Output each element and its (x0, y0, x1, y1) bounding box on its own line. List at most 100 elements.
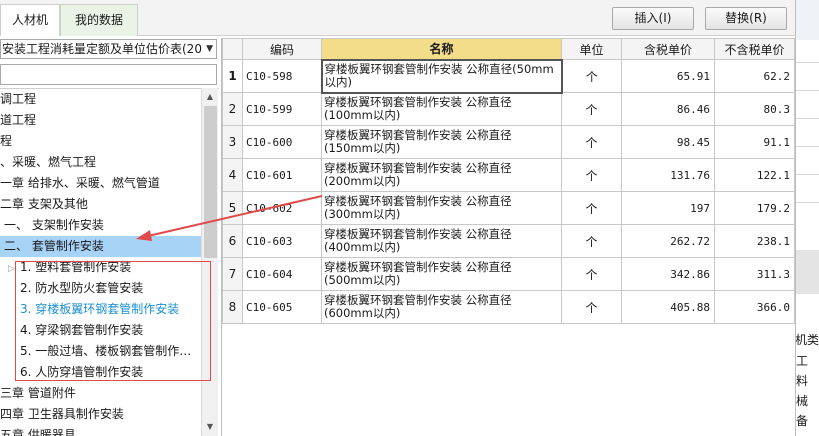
cell-name[interactable]: 穿楼板翼环钢套管制作安装 公称直径(100mm以内) (321, 92, 562, 126)
cell-notax-price[interactable]: 91.1 (714, 125, 795, 159)
cell-unit[interactable]: 个 (561, 59, 622, 93)
row-number: 1 (222, 59, 243, 93)
cell-code[interactable]: C10-598 (242, 59, 322, 93)
quota-library-select[interactable]: 安装工程消耗量定额及单位估价表(20 ▼ (0, 39, 217, 59)
cell-name-active[interactable]: 穿楼板翼环钢套管制作安装 公称直径(50mm以内) (320, 58, 563, 94)
cell-tax-price[interactable]: 65.91 (621, 59, 715, 93)
tree-node[interactable]: 2. 防水型防火套管安装 (0, 278, 143, 299)
table-row[interactable]: 1 C10-598 穿楼板翼环钢套管制作安装 公称直径(50mm以内) 个 65… (222, 58, 795, 94)
column-header-code[interactable]: 编码 (242, 38, 322, 60)
scroll-up-icon[interactable]: ▲ (204, 90, 216, 104)
divider (796, 202, 819, 203)
category-item[interactable]: 备 (796, 412, 808, 429)
cell-unit[interactable]: 个 (561, 92, 622, 126)
tree-node-selected[interactable]: 二、 套管制作安装 (0, 236, 201, 257)
chevron-down-icon[interactable]: ▼ (206, 40, 213, 58)
cell-name[interactable]: 穿楼板翼环钢套管制作安装 公称直径(200mm以内) (321, 158, 562, 192)
cell-code[interactable]: C10-601 (242, 158, 322, 192)
insert-button[interactable]: 插入(I) (612, 7, 694, 30)
cell-unit[interactable]: 个 (561, 290, 622, 324)
cell-name[interactable]: 穿楼板翼环钢套管制作安装 公称直径(300mm以内) (321, 191, 562, 225)
row-number: 6 (222, 224, 243, 258)
cell-notax-price[interactable]: 179.2 (714, 191, 795, 225)
cell-code[interactable]: C10-604 (242, 257, 322, 291)
tree-node[interactable]: 5. 一般过墙、楼板钢套管制作… (0, 341, 191, 362)
top-tab-bar: 人材机 我的数据 插入(I) 替换(R) (0, 0, 795, 36)
cell-code[interactable]: C10-600 (242, 125, 322, 159)
cell-tax-price[interactable]: 405.88 (621, 290, 715, 324)
divider (796, 146, 819, 147)
cell-tax-price[interactable]: 131.76 (621, 158, 715, 192)
cell-code[interactable]: C10-605 (242, 290, 322, 324)
quota-library-value: 安装工程消耗量定额及单位估价表(20 (2, 42, 202, 56)
divider (796, 62, 819, 63)
cell-unit[interactable]: 个 (561, 191, 622, 225)
tree-node[interactable]: 调工程 (0, 89, 36, 110)
cell-unit[interactable]: 个 (561, 257, 622, 291)
scroll-down-icon[interactable]: ▼ (204, 420, 216, 434)
table-row[interactable]: 4 C10-601 穿楼板翼环钢套管制作安装 公称直径(200mm以内) 个 1… (222, 158, 795, 192)
category-item[interactable]: 工 (796, 352, 808, 369)
table-row[interactable]: 2 C10-599 穿楼板翼环钢套管制作安装 公称直径(100mm以内) 个 8… (222, 92, 795, 126)
expand-icon[interactable]: ▷ (8, 259, 20, 280)
table-row[interactable]: 3 C10-600 穿楼板翼环钢套管制作安装 公称直径(150mm以内) 个 9… (222, 125, 795, 159)
cell-tax-price[interactable]: 342.86 (621, 257, 715, 291)
category-item[interactable]: 料 (796, 372, 808, 389)
cell-notax-price[interactable]: 80.3 (714, 92, 795, 126)
tree-node[interactable]: 二章 支架及其他 (0, 194, 88, 215)
scroll-thumb[interactable] (204, 106, 217, 258)
column-header-name[interactable]: 名称 (321, 38, 562, 60)
tree-node[interactable]: 6. 人防穿墙管制作安装 (0, 362, 143, 383)
cell-unit[interactable]: 个 (561, 224, 622, 258)
cell-notax-price[interactable]: 238.1 (714, 224, 795, 258)
column-header-notax-price[interactable]: 不含税单价 (714, 38, 795, 60)
cell-name[interactable]: 穿楼板翼环钢套管制作安装 公称直径(400mm以内) (321, 224, 562, 258)
tree-scrollbar[interactable]: ▲ ▼ (201, 88, 218, 436)
cell-tax-price[interactable]: 197 (621, 191, 715, 225)
row-number: 3 (222, 125, 243, 159)
tree-node[interactable]: 三章 管道附件 (0, 383, 76, 404)
cell-name[interactable]: 穿楼板翼环钢套管制作安装 公称直径(150mm以内) (321, 125, 562, 159)
cell-tax-price[interactable]: 86.46 (621, 92, 715, 126)
tree-node[interactable]: 程 (0, 131, 12, 152)
column-header-index (222, 38, 243, 60)
tab-materials[interactable]: 人材机 (0, 4, 60, 36)
cell-notax-price[interactable]: 366.0 (714, 290, 795, 324)
cell-notax-price[interactable]: 62.2 (714, 59, 795, 93)
table-row[interactable]: 6 C10-603 穿楼板翼环钢套管制作安装 公称直径(400mm以内) 个 2… (222, 224, 795, 258)
cell-name[interactable]: 穿楼板翼环钢套管制作安装 公称直径(600mm以内) (321, 290, 562, 324)
tab-my-data[interactable]: 我的数据 (60, 4, 138, 36)
cell-tax-price[interactable]: 262.72 (621, 224, 715, 258)
cell-unit[interactable]: 个 (561, 125, 622, 159)
cell-name[interactable]: 穿楼板翼环钢套管制作安装 公称直径(500mm以内) (321, 257, 562, 291)
tree-node[interactable]: 一章 给排水、采暖、燃气管道 (0, 173, 160, 194)
cell-code[interactable]: C10-603 (242, 224, 322, 258)
search-input[interactable] (0, 64, 217, 85)
tree-node[interactable]: 五章 供暖器具 (0, 425, 76, 436)
tree-node[interactable]: ▷ 1. 塑料套管制作安装 (0, 257, 131, 278)
cell-notax-price[interactable]: 311.3 (714, 257, 795, 291)
tree-node[interactable]: 道工程 (0, 110, 36, 131)
table-row[interactable]: 7 C10-604 穿楼板翼环钢套管制作安装 公称直径(500mm以内) 个 3… (222, 257, 795, 291)
cell-code[interactable]: C10-602 (242, 191, 322, 225)
row-number: 4 (222, 158, 243, 192)
cell-tax-price[interactable]: 98.45 (621, 125, 715, 159)
chapter-tree: 调工程 道工程 程 、采暖、燃气工程 一章 给排水、采暖、燃气管道 二章 支架及… (0, 88, 219, 436)
table-row[interactable]: 8 C10-605 穿楼板翼环钢套管制作安装 公称直径(600mm以内) 个 4… (222, 290, 795, 324)
tree-node-current[interactable]: 3. 穿楼板翼环钢套管制作安装 (0, 299, 179, 320)
tree-node[interactable]: 、采暖、燃气工程 (0, 152, 96, 173)
column-header-tax-price[interactable]: 含税单价 (621, 38, 715, 60)
column-header-unit[interactable]: 单位 (561, 38, 622, 60)
divider (796, 174, 819, 175)
tree-node[interactable]: 一、 支架制作安装 (0, 215, 104, 236)
table-row[interactable]: 5 C10-602 穿楼板翼环钢套管制作安装 公称直径(300mm以内) 个 1… (222, 191, 795, 225)
tree-node[interactable]: 四章 卫生器具制作安装 (0, 404, 124, 425)
quota-table: 编码 名称 单位 含税单价 不含税单价 1 C10-598 穿楼板翼环钢套管制作… (221, 38, 795, 436)
tree-node[interactable]: 4. 穿梁钢套管制作安装 (0, 320, 143, 341)
category-item[interactable]: 械 (796, 392, 808, 409)
cell-code[interactable]: C10-599 (242, 92, 322, 126)
cell-unit[interactable]: 个 (561, 158, 622, 192)
right-side-panel: 机类别 工 料 械 备 (795, 0, 819, 436)
cell-notax-price[interactable]: 122.1 (714, 158, 795, 192)
replace-button[interactable]: 替换(R) (705, 7, 787, 30)
